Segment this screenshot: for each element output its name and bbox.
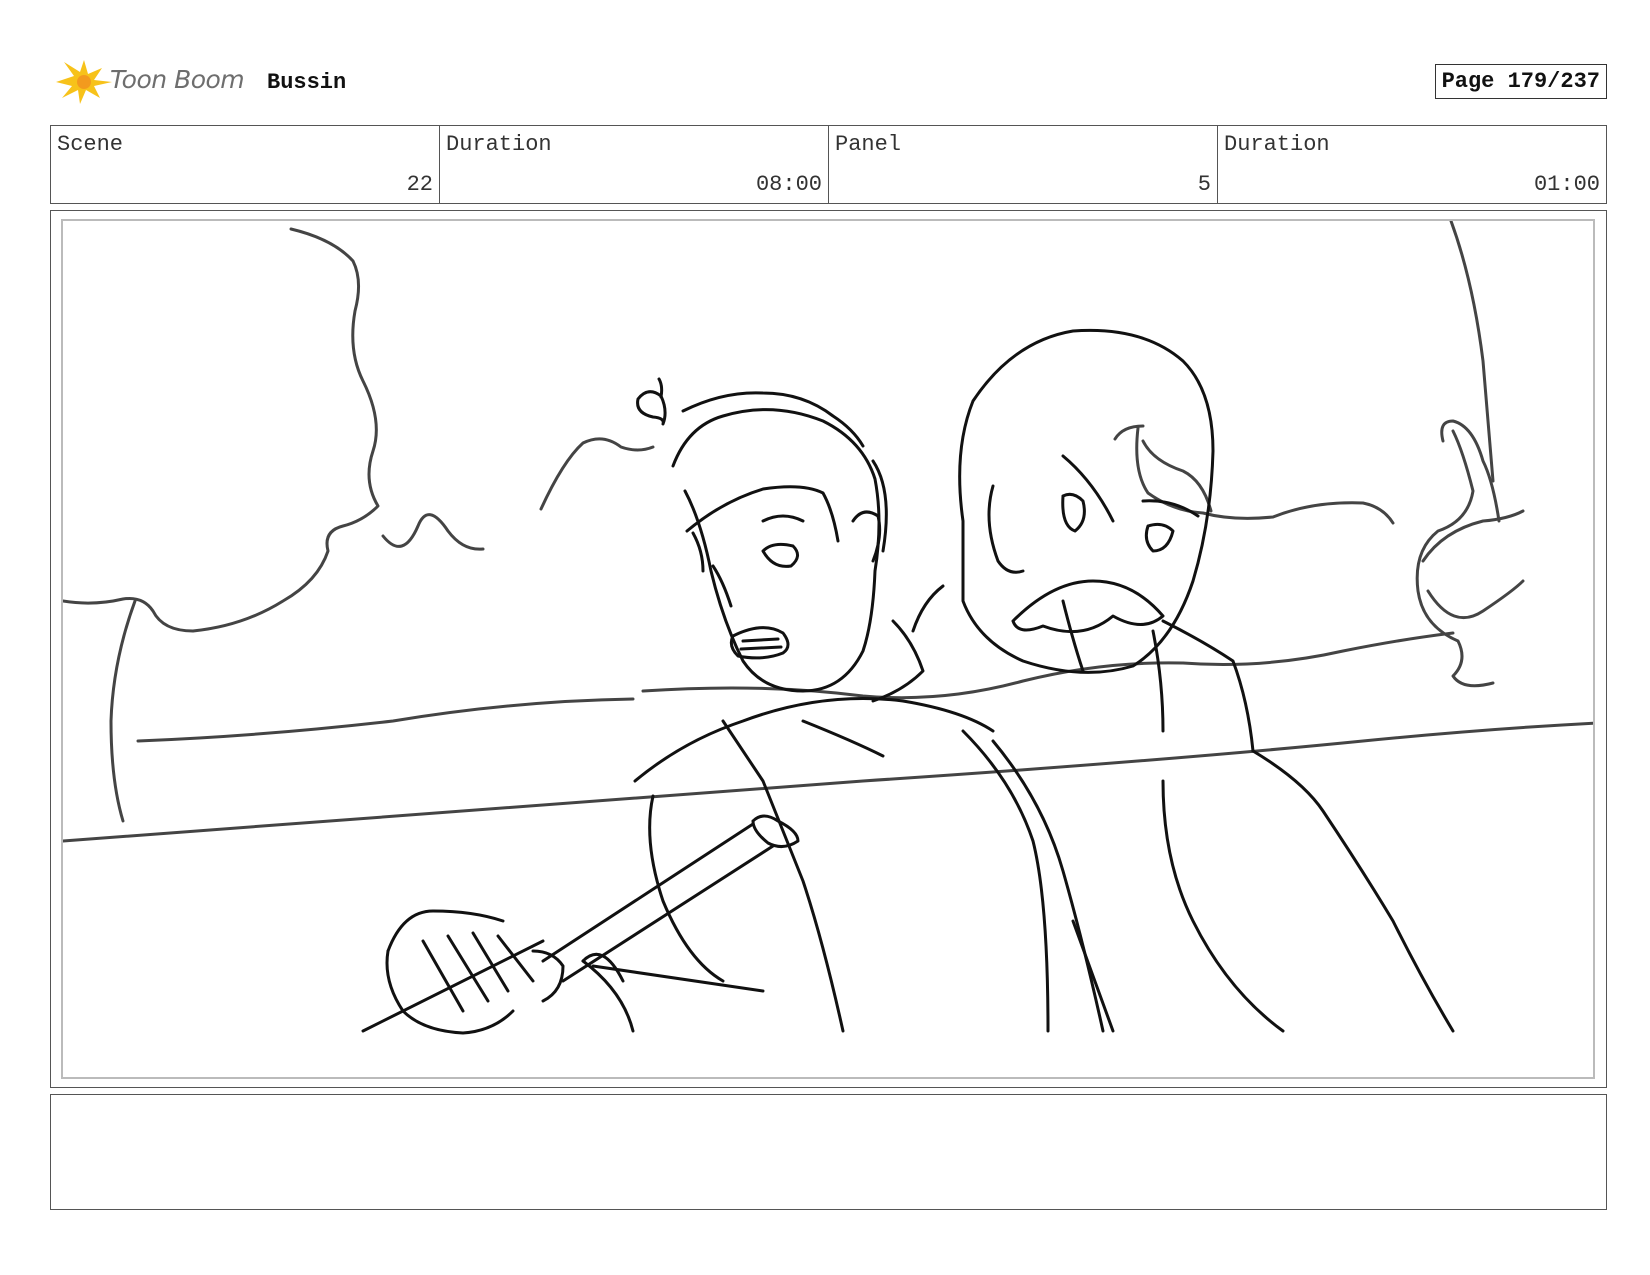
panel-cell: Panel 5 — [829, 126, 1218, 203]
characters-sketch — [361, 328, 1455, 1035]
panel-label: Panel — [835, 132, 902, 157]
panel-duration-value: 01:00 — [1533, 172, 1600, 197]
scene-label: Scene — [57, 132, 124, 157]
starburst-icon — [56, 60, 112, 104]
scene-cell: Scene 22 — [51, 126, 440, 203]
scene-info-table: Scene 22 Duration 08:00 Panel 5 Duration… — [50, 125, 1607, 204]
notes-box — [50, 1094, 1607, 1210]
scene-duration-label: Duration — [446, 132, 552, 157]
scene-value: 22 — [406, 172, 433, 197]
background-sketch — [63, 221, 1593, 843]
storyboard-header: Toon Boom Bussin Page 179/237 — [50, 58, 1607, 106]
panel-sketch — [63, 221, 1593, 1035]
panel-frame — [50, 210, 1607, 1088]
scene-duration-cell: Duration 08:00 — [440, 126, 829, 203]
page-indicator: Page 179/237 — [1434, 64, 1607, 99]
panel-drawing-area — [61, 219, 1595, 1079]
panel-duration-label: Duration — [1224, 132, 1330, 157]
panel-value: 5 — [1197, 172, 1211, 197]
panel-duration-cell: Duration 01:00 — [1218, 126, 1606, 203]
scene-duration-value: 08:00 — [755, 172, 822, 197]
project-title: Bussin — [267, 70, 347, 95]
logo-text: Toon Boom — [110, 65, 245, 94]
